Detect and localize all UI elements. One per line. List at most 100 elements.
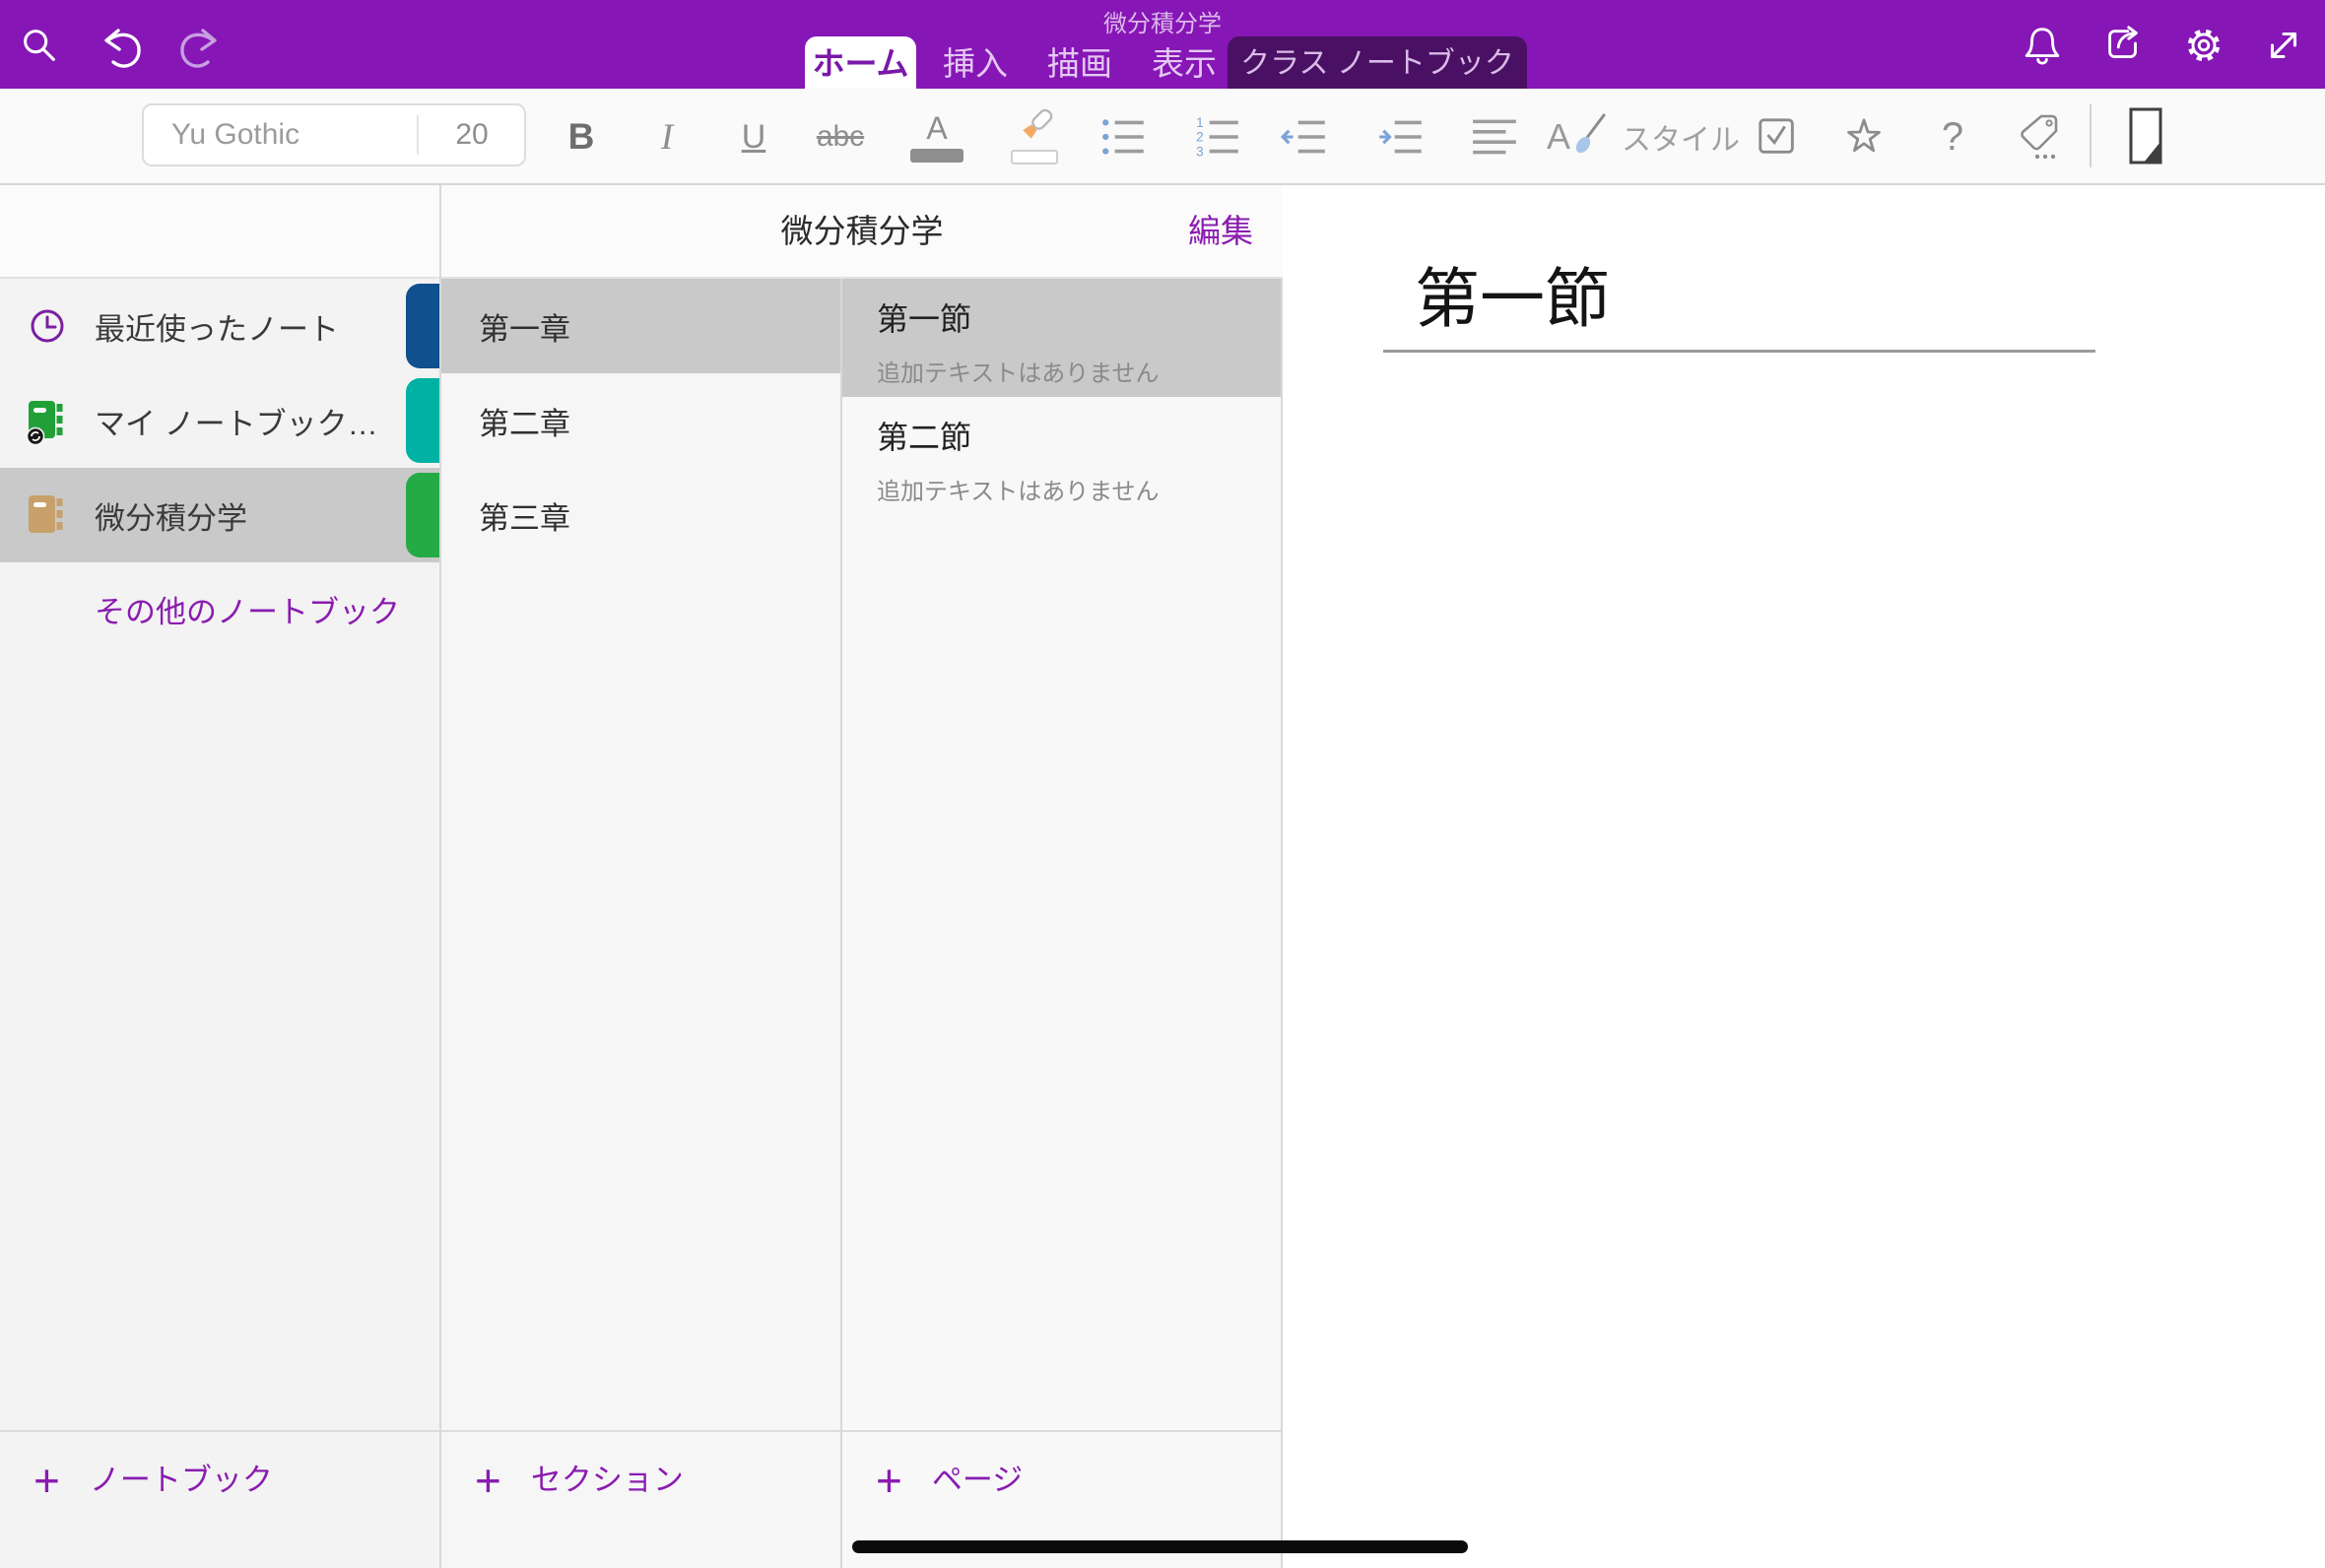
add-notebook-button[interactable]: + ノートブック [0,1430,439,1568]
page-title-underline [1383,350,2095,353]
align-icon [1470,112,1519,162]
todo-checkbox-icon [1755,114,1800,160]
plus-icon: + [475,1452,501,1509]
outdent-button[interactable] [1275,102,1334,171]
bold-icon: B [568,116,595,158]
share-button[interactable] [2099,22,2147,69]
notebook-list: 最近使ったノート マイ ノートブック… [0,279,439,562]
sidebar-item-label: 最近使ったノート [95,304,339,349]
notebook-color-tab[interactable] [406,473,439,557]
redo-icon [177,22,225,69]
home-indicator[interactable] [852,1540,1468,1553]
alignment-button[interactable] [1465,102,1524,171]
toolbar-divider [2090,104,2092,167]
sidebar-item-label: 微分積分学 [95,493,247,538]
search-button[interactable] [16,22,63,69]
numbered-list-icon: 1 2 3 [1194,112,1243,162]
font-name-value: Yu Gothic [171,105,299,164]
sidebar-item-calculus[interactable]: 微分積分学 [0,468,439,562]
page-title-field[interactable]: 第一節 [1415,246,1610,341]
page-item-2[interactable]: 第二節 追加テキストはありません [842,397,1281,515]
important-tag-button[interactable] [1834,102,1893,171]
expand-icon [2261,23,2306,68]
indent-icon [1376,112,1426,162]
page-item-1[interactable]: 第一節 追加テキストはありません [842,279,1281,397]
svg-text:1: 1 [1196,115,1204,130]
underline-icon: U [742,118,766,157]
font-color-icon: A [926,111,947,145]
section-item-2[interactable]: 第二章 [441,373,840,468]
page-background-button[interactable] [2116,102,2175,171]
numbered-list-button[interactable]: 1 2 3 [1189,102,1248,171]
sidebar-item-label: マイ ノートブック… [95,399,378,443]
todo-tag-button[interactable] [1748,102,1807,171]
fullscreen-button[interactable] [2260,22,2307,69]
tab-draw[interactable]: 描画 [1032,36,1127,89]
page-background-icon [2120,106,2171,167]
question-tag-button[interactable]: ? [1923,102,1982,171]
plus-icon: + [876,1452,902,1509]
font-color-button[interactable]: A [907,102,966,171]
section-list: 第一章 第二章 第三章 [441,279,840,562]
undo-button[interactable] [97,22,144,69]
tab-class-notebook[interactable]: クラス ノートブック [1228,36,1527,89]
page-canvas[interactable]: 第一節 [1283,185,2325,1568]
highlighter-icon [1006,106,1063,167]
add-section-button[interactable]: + セクション [441,1430,840,1568]
notebook-pane-header: 微分積分学 編集 [441,185,1283,279]
section-item-1[interactable]: 第一章 [441,279,840,373]
gear-icon [2181,23,2226,68]
italic-icon: I [661,116,673,159]
svg-text:2: 2 [1196,130,1204,145]
styles-label: スタイル [1622,115,1740,159]
star-icon [1840,113,1888,161]
page-item-subtitle: 追加テキストはありません [877,354,1281,388]
bulleted-list-icon [1099,112,1149,162]
bulleted-list-button[interactable] [1095,102,1154,171]
redo-button[interactable] [177,22,225,69]
svg-text:3: 3 [1196,144,1204,159]
bold-button[interactable]: B [552,102,611,171]
edit-button[interactable]: 編集 [1188,185,1253,277]
notebook-color-tab[interactable] [406,378,439,463]
format-toolbar: Yu Gothic 20 B I U abc A [0,89,2325,185]
share-icon [2100,23,2146,68]
font-selector[interactable]: Yu Gothic 20 [142,103,526,166]
page-item-title: 第二節 [877,413,1281,458]
add-page-label: ページ [932,1452,1023,1509]
top-bar: 微分積分学 ホーム 挿入 描画 表示 クラス ノートブック [0,0,2325,89]
font-color-swatch [910,149,963,163]
notebook-color-tab[interactable] [406,284,439,368]
styles-button[interactable]: A スタイル [1547,102,1740,171]
tab-view[interactable]: 表示 [1137,36,1231,89]
sidebar-item-my-notebook[interactable]: マイ ノートブック… [0,373,439,468]
settings-button[interactable] [2180,22,2227,69]
my-notebook-icon [24,397,71,444]
section-item-3[interactable]: 第三章 [441,468,840,562]
question-icon: ? [1942,115,1963,160]
more-tags-button[interactable] [2009,102,2068,171]
add-section-label: セクション [531,1452,684,1509]
notebook-title: 微分積分学 [441,185,1283,277]
notebook-sidebar: 最近使ったノート マイ ノートブック… [0,185,441,1568]
add-notebook-label: ノートブック [90,1452,273,1509]
highlighter-button[interactable] [1005,102,1064,171]
underline-button[interactable]: U [724,102,783,171]
tab-insert[interactable]: 挿入 [926,36,1025,89]
tab-home[interactable]: ホーム [805,36,916,89]
window-title: 微分積分学 [0,4,2325,38]
sidebar-item-recent-notes[interactable]: 最近使ったノート [0,279,439,373]
strikethrough-icon: abc [817,120,864,154]
page-item-title: 第一節 [877,294,1281,340]
strikethrough-button[interactable]: abc [811,102,870,171]
undo-icon [97,22,144,69]
font-size-value[interactable]: 20 [419,105,525,164]
notifications-button[interactable] [2019,22,2066,69]
search-icon [17,23,62,68]
more-notebooks-link[interactable]: その他のノートブック [95,587,400,631]
indent-button[interactable] [1371,102,1430,171]
page-pane: 第一節 追加テキストはありません 第二節 追加テキストはありません + ページ [842,185,1283,1568]
plus-icon: + [33,1452,60,1509]
onenote-app: 微分積分学 ホーム 挿入 描画 表示 クラス ノートブック [0,0,2325,1568]
italic-button[interactable]: I [637,102,697,171]
